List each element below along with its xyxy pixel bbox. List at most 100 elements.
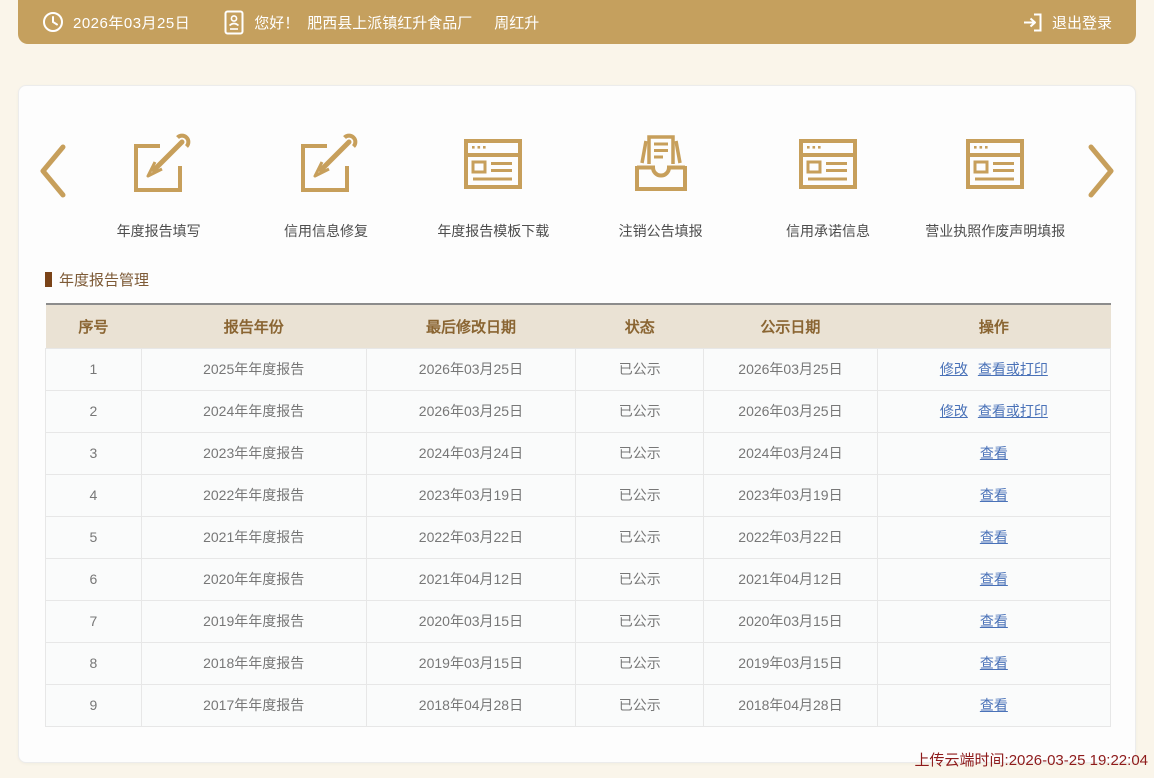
last-modified-cell: 2019年03月15日	[366, 642, 576, 684]
publish-date-cell: 2019年03月15日	[704, 642, 878, 684]
report-year-cell: 2024年年度报告	[141, 390, 366, 432]
actions-cell: 查看	[877, 642, 1110, 684]
last-modified-cell: 2021年04月12日	[366, 558, 576, 600]
status-cell: 已公示	[576, 558, 704, 600]
carousel-item-label: 年度报告模板下载	[437, 221, 549, 241]
row-number-cell: 7	[46, 600, 142, 642]
report-year-cell: 2018年年度报告	[141, 642, 366, 684]
row-number-cell: 4	[46, 474, 142, 516]
actions-cell: 查看	[877, 474, 1110, 516]
report-year-cell: 2020年年度报告	[141, 558, 366, 600]
publish-date-cell: 2026年03月25日	[704, 390, 878, 432]
table-row: 32023年年度报告2024年03月24日已公示2024年03月24日查看	[46, 432, 1111, 474]
report-year-cell: 2022年年度报告	[141, 474, 366, 516]
upload-time-text: 上传云端时间:2026-03-25 19:22:04	[915, 749, 1148, 770]
view-link[interactable]: 查看	[980, 445, 1008, 461]
user-name: 周红升	[494, 12, 539, 33]
status-cell: 已公示	[576, 684, 704, 726]
carousel-item-credit-commitment[interactable]: 信用承诺信息	[748, 132, 908, 241]
status-cell: 已公示	[576, 516, 704, 558]
carousel-item-label: 信用信息修复	[284, 221, 368, 241]
publish-date-cell: 2018年04月28日	[704, 684, 878, 726]
publish-date-cell: 2023年03月19日	[704, 474, 878, 516]
view-link[interactable]: 查看	[980, 571, 1008, 587]
row-number-cell: 1	[46, 348, 142, 390]
carousel-item-label: 年度报告填写	[117, 221, 201, 241]
carousel-next-button[interactable]	[1079, 132, 1123, 205]
col-header-actions: 操作	[877, 304, 1110, 348]
carousel-item-annual-report-fill[interactable]: 年度报告填写	[79, 132, 239, 241]
view-or-print-link[interactable]: 查看或打印	[978, 403, 1048, 419]
modify-link[interactable]: 修改	[940, 403, 968, 419]
last-modified-cell: 2026年03月25日	[366, 348, 576, 390]
last-modified-cell: 2024年03月24日	[366, 432, 576, 474]
table-row: 12025年年度报告2026年03月25日已公示2026年03月25日修改查看或…	[46, 348, 1111, 390]
publish-date-cell: 2024年03月24日	[704, 432, 878, 474]
logout-label: 退出登录	[1052, 12, 1112, 33]
row-number-cell: 6	[46, 558, 142, 600]
publish-date-cell: 2021年04月12日	[704, 558, 878, 600]
document-template-icon	[460, 132, 526, 201]
function-carousel: 年度报告填写 信用信息修复	[19, 86, 1135, 241]
edit-square-icon	[293, 132, 359, 201]
section-marker-icon	[45, 272, 52, 287]
publish-date-cell: 2026年03月25日	[704, 348, 878, 390]
publish-date-cell: 2020年03月15日	[704, 600, 878, 642]
actions-cell: 查看	[877, 432, 1110, 474]
view-link[interactable]: 查看	[980, 613, 1008, 629]
carousel-item-label: 注销公告填报	[619, 221, 703, 241]
last-modified-cell: 2026年03月25日	[366, 390, 576, 432]
document-template-icon	[962, 132, 1028, 201]
status-cell: 已公示	[576, 432, 704, 474]
page: { "topbar": { "date": "2026年03月25日", "he…	[0, 0, 1154, 778]
inbox-document-icon	[628, 132, 694, 201]
carousel-item-credit-repair[interactable]: 信用信息修复	[246, 132, 406, 241]
section-title: 年度报告管理	[45, 269, 1135, 290]
actions-cell: 查看	[877, 516, 1110, 558]
row-number-cell: 2	[46, 390, 142, 432]
logout-button[interactable]: 退出登录	[1013, 11, 1112, 34]
carousel-item-cancellation-notice[interactable]: 注销公告填报	[581, 132, 741, 241]
view-link[interactable]: 查看	[980, 529, 1008, 545]
col-header-no: 序号	[46, 304, 142, 348]
document-template-icon	[795, 132, 861, 201]
last-modified-cell: 2020年03月15日	[366, 600, 576, 642]
row-number-cell: 9	[46, 684, 142, 726]
greeting-hello: 您好！	[254, 12, 299, 33]
last-modified-cell: 2023年03月19日	[366, 474, 576, 516]
carousel-item-license-void-declaration[interactable]: 营业执照作废声明填报	[915, 132, 1075, 241]
report-year-cell: 2021年年度报告	[141, 516, 366, 558]
last-modified-cell: 2022年03月22日	[366, 516, 576, 558]
status-cell: 已公示	[576, 642, 704, 684]
carousel-prev-button[interactable]	[31, 132, 75, 205]
row-number-cell: 8	[46, 642, 142, 684]
carousel-item-template-download[interactable]: 年度报告模板下载	[413, 132, 573, 241]
carousel-items: 年度报告填写 信用信息修复	[75, 132, 1079, 241]
view-link[interactable]: 查看	[980, 487, 1008, 503]
col-header-report-year: 报告年份	[141, 304, 366, 348]
table-row: 62020年年度报告2021年04月12日已公示2021年04月12日查看	[46, 558, 1111, 600]
row-number-cell: 5	[46, 516, 142, 558]
edit-square-icon	[126, 132, 192, 201]
view-link[interactable]: 查看	[980, 697, 1008, 713]
modify-link[interactable]: 修改	[940, 361, 968, 377]
view-link[interactable]: 查看	[980, 655, 1008, 671]
view-or-print-link[interactable]: 查看或打印	[978, 361, 1048, 377]
report-year-cell: 2019年年度报告	[141, 600, 366, 642]
main-card: 年度报告填写 信用信息修复	[18, 85, 1136, 763]
report-year-cell: 2025年年度报告	[141, 348, 366, 390]
clock-icon	[42, 11, 64, 33]
company-name: 肥西县上派镇红升食品厂	[307, 12, 472, 33]
status-cell: 已公示	[576, 348, 704, 390]
col-header-last-modified: 最后修改日期	[366, 304, 576, 348]
logout-icon	[1021, 11, 1044, 34]
table-row: 72019年年度报告2020年03月15日已公示2020年03月15日查看	[46, 600, 1111, 642]
table-row: 22024年年度报告2026年03月25日已公示2026年03月25日修改查看或…	[46, 390, 1111, 432]
report-year-cell: 2023年年度报告	[141, 432, 366, 474]
col-header-status: 状态	[576, 304, 704, 348]
greeting-group: 您好！ 肥西县上派镇红升食品厂 周红升	[224, 10, 539, 35]
section-title-text: 年度报告管理	[59, 269, 149, 290]
actions-cell: 查看	[877, 558, 1110, 600]
carousel-item-label: 信用承诺信息	[786, 221, 870, 241]
report-year-cell: 2017年年度报告	[141, 684, 366, 726]
